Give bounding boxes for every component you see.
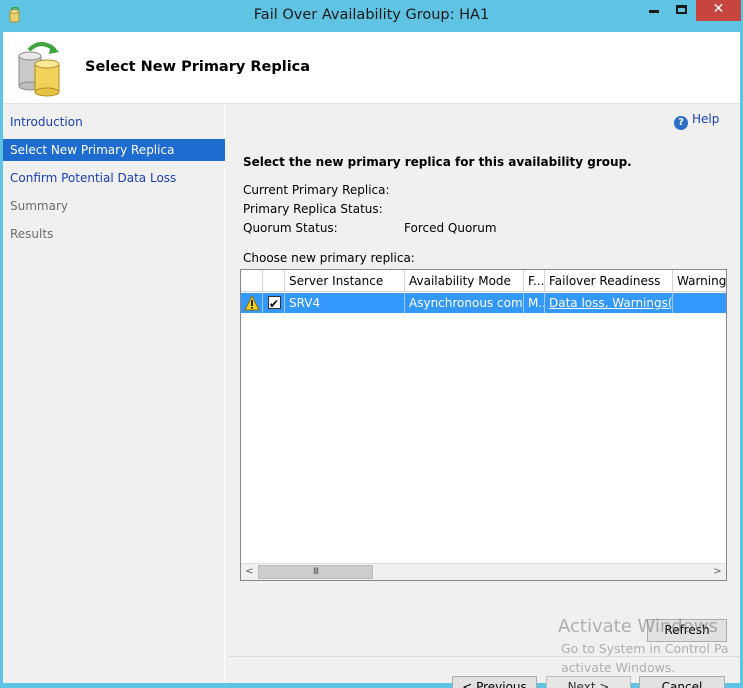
quorum-status-label: Quorum Status: — [243, 221, 338, 235]
current-primary-replica-label: Current Primary Replica: — [243, 183, 390, 197]
maximize-icon — [676, 5, 687, 14]
cancel-button[interactable]: Cancel — [639, 676, 725, 688]
help-icon: ? — [674, 116, 688, 130]
minimize-button[interactable] — [640, 0, 668, 21]
sidebar-item-results: Results — [10, 227, 54, 241]
table-row[interactable]: SRV4 Asynchronous com... M... Data loss,… — [241, 293, 726, 313]
quorum-status-value: Forced Quorum — [404, 221, 497, 235]
wizard-window: Fail Over Availability Group: HA1 ✕ Sele… — [0, 0, 743, 688]
column-header-warning[interactable] — [241, 270, 263, 292]
column-header-warnings[interactable]: Warnings — [673, 270, 726, 292]
window-title: Fail Over Availability Group: HA1 — [253, 7, 490, 23]
activation-watermark-line2: Go to System in Control Pa — [561, 641, 729, 656]
availability-mode-cell: Asynchronous com... — [405, 293, 524, 313]
column-header-failover-mode[interactable]: F... — [524, 270, 545, 292]
replica-grid[interactable]: Server Instance Availability Mode F... F… — [240, 269, 727, 581]
sidebar-item-confirm-potential-data-loss[interactable]: Confirm Potential Data Loss — [3, 167, 225, 189]
wizard-step-sidebar: Introduction Select New Primary Replica … — [3, 105, 225, 683]
help-link[interactable]: ? Help — [674, 112, 719, 130]
sidebar-item-summary: Summary — [10, 199, 68, 213]
instruction-text: Select the new primary replica for this … — [243, 155, 632, 169]
grid-header: Server Instance Availability Mode F... F… — [241, 270, 726, 292]
warning-icon — [244, 295, 260, 311]
dialog-client-area: Select New Primary Replica Introduction … — [3, 32, 740, 688]
close-icon: ✕ — [712, 1, 725, 17]
column-header-availability-mode[interactable]: Availability Mode — [405, 270, 524, 292]
maximize-button[interactable] — [668, 0, 696, 21]
failover-readiness-link[interactable]: Data loss, Warnings(2) — [545, 293, 673, 313]
activation-watermark-title: Activate Windows — [558, 616, 718, 637]
minimize-icon — [649, 10, 659, 13]
scroll-left-icon[interactable]: < — [241, 564, 258, 580]
primary-replica-status-label: Primary Replica Status: — [243, 202, 383, 216]
scroll-right-icon[interactable]: > — [709, 564, 726, 580]
column-header-server-instance[interactable]: Server Instance — [285, 270, 405, 292]
footer-divider — [228, 656, 740, 657]
column-header-select[interactable] — [263, 270, 285, 292]
horizontal-scrollbar[interactable]: < III > — [241, 563, 726, 580]
select-cell — [263, 293, 285, 313]
wizard-header: Select New Primary Replica — [3, 32, 740, 104]
title-bar[interactable]: Fail Over Availability Group: HA1 ✕ — [0, 0, 743, 32]
wizard-content: ? Help Select the new primary replica for… — [228, 105, 740, 688]
sidebar-item-select-new-primary-replica[interactable]: Select New Primary Replica — [3, 139, 225, 161]
close-button[interactable]: ✕ — [696, 0, 741, 21]
replica-checkbox[interactable] — [268, 294, 281, 313]
warning-cell — [241, 293, 263, 313]
server-instance-cell: SRV4 — [285, 293, 405, 313]
activation-watermark-line3: activate Windows. — [561, 660, 676, 675]
next-button[interactable]: Next > — [546, 676, 631, 688]
previous-button[interactable]: < Previous — [452, 676, 537, 688]
page-title: Select New Primary Replica — [85, 59, 311, 75]
warnings-cell — [673, 293, 726, 313]
scroll-thumb[interactable]: III — [258, 565, 373, 579]
database-failover-icon — [18, 42, 60, 97]
column-header-failover-readiness[interactable]: Failover Readiness — [545, 270, 673, 292]
help-label: Help — [692, 112, 720, 126]
choose-replica-label: Choose new primary replica: — [243, 251, 415, 265]
failover-mode-cell: M... — [524, 293, 545, 313]
sidebar-item-introduction[interactable]: Introduction — [3, 111, 225, 133]
